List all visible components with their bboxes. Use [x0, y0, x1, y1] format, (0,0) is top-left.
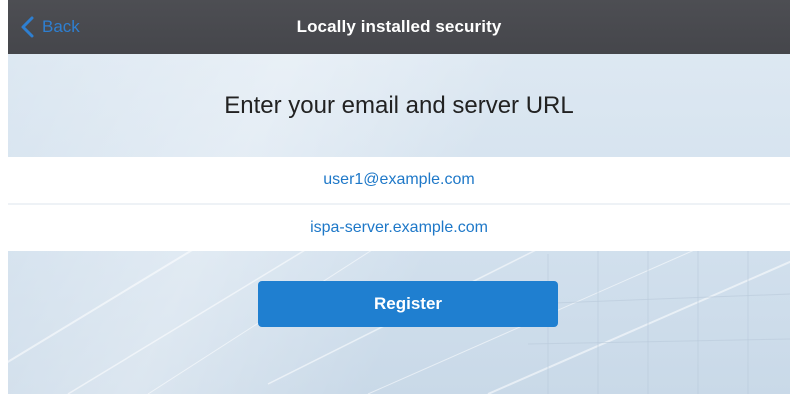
- register-button[interactable]: Register: [258, 281, 558, 327]
- server-url-value: ispa-server.example.com: [310, 219, 488, 236]
- server-url-field[interactable]: ispa-server.example.com: [8, 205, 790, 251]
- page-title: Locally installed security: [296, 17, 502, 36]
- chevron-left-icon: [21, 16, 34, 38]
- back-button[interactable]: Back: [18, 0, 80, 54]
- instruction-heading: Enter your email and server URL: [224, 92, 574, 119]
- screen: Back Locally installed security Enter yo…: [0, 0, 798, 403]
- email-value: user1@example.com: [323, 171, 475, 188]
- navigation-bar: Back Locally installed security: [8, 0, 790, 54]
- back-label: Back: [42, 17, 80, 36]
- email-field[interactable]: user1@example.com: [8, 157, 790, 203]
